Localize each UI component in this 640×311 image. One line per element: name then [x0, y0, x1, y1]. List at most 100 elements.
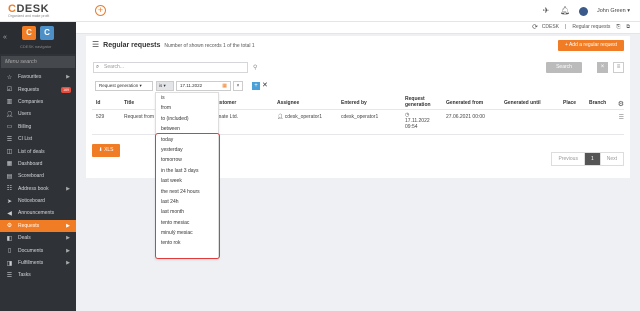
external-link-icon[interactable]: ⧉ [626, 24, 630, 30]
chevron-right-icon: ▶ [66, 185, 70, 192]
rocket-icon[interactable]: ✈ [541, 6, 551, 16]
sidebar-item-label: Fulfillments [18, 260, 44, 267]
pager-page-1[interactable]: 1 [583, 153, 600, 165]
col-generated-until[interactable]: Generated until [504, 100, 541, 106]
col-entered-by[interactable]: Entered by [341, 100, 367, 106]
col-id[interactable]: Id [96, 100, 100, 106]
clear-search-button[interactable]: × [597, 62, 608, 73]
sidebar-item-dashboard[interactable]: ▦ Dashboard [0, 158, 76, 170]
sidebar-item-fulfillments[interactable]: ◨ Fulfillments ▶ [0, 257, 76, 269]
sidebar-subtitle: CDESK navigator [20, 44, 52, 49]
sidebar-item-ci-list[interactable]: ☰ CI List [0, 133, 76, 145]
col-title[interactable]: Title [124, 100, 134, 106]
quick-add-button[interactable]: + [95, 5, 106, 16]
sidebar-item-label: Documents [18, 247, 44, 254]
filter-date-input[interactable]: 17.11.2022 ▦ [176, 81, 231, 91]
sidebar-item-label: Noticeboard [18, 198, 45, 205]
sidebar-item-users[interactable]: 👤︎ Users [0, 108, 76, 120]
collapse-icon[interactable]: « [3, 34, 7, 41]
search-icon: ⌕ [96, 64, 100, 70]
second-app-icon[interactable]: C [40, 26, 54, 40]
breadcrumb-cdesk[interactable]: CDESK [542, 24, 559, 30]
col-place[interactable]: Place [563, 100, 576, 106]
sidebar-item-billing[interactable]: ▭ Billing [0, 121, 76, 133]
gear-icon[interactable]: ⚙ [618, 100, 624, 108]
list-options-button[interactable]: ≡ [613, 62, 624, 73]
refresh-icon[interactable]: ⟳ [532, 23, 538, 31]
sidebar-item-tasks[interactable]: ☰ Tasks [0, 269, 76, 281]
list-icon: ☰ [92, 40, 100, 49]
sidebar-item-label: Users [18, 111, 32, 118]
sidebar-item-label: Requests [18, 222, 40, 229]
tasks-icon: ☰ [6, 272, 13, 279]
sidebar-item-favourites[interactable]: ☆ Favourites ▶ [0, 71, 76, 83]
share-icon[interactable]: ⎘ [616, 24, 620, 30]
sidebar-item-requests[interactable]: ⚙ Requests ▶ [0, 219, 76, 233]
calendar-icon[interactable]: ▦ [222, 82, 227, 90]
operator-option[interactable]: to (included) [156, 114, 218, 124]
col-assignee[interactable]: Assignee [277, 100, 299, 106]
cell-generated-from: 27.06.2021 00:00 [446, 114, 485, 120]
cell-id[interactable]: 529 [96, 114, 104, 120]
sidebar-item-list-of-deals[interactable]: ◫ List of deals [0, 145, 76, 157]
top-right-tools: ✈ 🔔︎ John Green ▾ [541, 5, 630, 17]
megaphone-icon: ◀ [7, 210, 12, 217]
sidebar-item-label: Deals [18, 235, 31, 242]
fulfillments-icon: ◨ [6, 260, 13, 267]
count-badge: 169 [61, 86, 71, 93]
sidebar-item-label: Favourites [18, 74, 42, 81]
top-bar: CDESK Organized and make profit + ✈ 🔔︎ J… [0, 0, 640, 22]
breadcrumb-separator: | [565, 24, 567, 30]
col-generated-from[interactable]: Generated from [446, 100, 483, 106]
filter-icon[interactable]: ⚲ [253, 64, 257, 71]
filter-add-button[interactable]: + [252, 82, 260, 90]
sidebar-item-documents[interactable]: ▯ Documents ▶ [0, 244, 76, 256]
user-icon: 👤︎ [5, 111, 14, 118]
chevron-right-icon: ▶ [66, 74, 70, 81]
filter-field-select[interactable]: Request generation ▾ [95, 81, 153, 91]
cell-title[interactable]: Request from [124, 114, 154, 120]
sidebar-item-deals[interactable]: ◧ Deals ▶ [0, 232, 76, 244]
operator-option[interactable]: is [156, 93, 218, 103]
sidebar-item-noticeboard[interactable]: ➤ Noticeboard [0, 195, 76, 207]
sidebar-item-label: Scoreboard [18, 173, 44, 180]
sidebar-item-companies[interactable]: ▥ Companies [0, 96, 76, 108]
cell-assignee: 👤︎ cdesk_operator1 [277, 114, 322, 120]
deals-icon: ◧ [6, 235, 13, 242]
pager-previous[interactable]: Previous [552, 153, 583, 165]
address-book-icon: ☷ [6, 186, 13, 193]
breadcrumb-regular-requests[interactable]: Regular requests [572, 24, 610, 30]
add-regular-request-button[interactable]: + Add a regular request [558, 40, 624, 51]
sidebar-item-label: CI List [18, 136, 33, 143]
sidebar-item-label: Tasks [18, 272, 31, 279]
filter-close-button[interactable]: ✕ [262, 81, 268, 89]
operator-option[interactable]: from [156, 103, 218, 113]
user-name[interactable]: John Green ▾ [597, 8, 630, 14]
search-button[interactable]: Search [546, 62, 582, 73]
sidebar-item-announcements[interactable]: ◀ Announcements [0, 207, 76, 219]
row-menu-icon[interactable]: ☰ [619, 114, 624, 121]
relative-dates-highlight [155, 133, 220, 259]
deal-icon: ◫ [6, 149, 13, 156]
avatar[interactable] [578, 6, 588, 16]
sidebar-item-address-book[interactable]: ☷ Address book ▶ [0, 183, 76, 195]
cell-entered-by: cdesk_operator1 [341, 114, 379, 120]
sidebar-item-scoreboard[interactable]: ▤ Scoreboard [0, 170, 76, 182]
filter-operator-select[interactable]: is ▾ [156, 81, 174, 91]
filter-remove-button[interactable]: × [233, 81, 243, 91]
bell-icon[interactable]: 🔔︎ [560, 6, 570, 16]
sidebar-item-requests[interactable]: ☑ Requests 169 [0, 83, 76, 95]
col-branch[interactable]: Branch [589, 100, 606, 106]
building-icon: ▥ [6, 99, 13, 106]
pager-next[interactable]: Next [599, 153, 623, 165]
breadcrumb: CDESK | Regular requests ⎘ ⧉ [542, 24, 630, 30]
sidebar-item-label: Announcements [18, 210, 55, 217]
col-request-generation[interactable]: Request generation [405, 96, 431, 108]
export-xls-button[interactable]: ⬇ XLS [92, 144, 120, 157]
chevron-right-icon: ▶ [66, 247, 70, 254]
cdesk-logo[interactable]: CDESK Organized and make profit [8, 4, 70, 19]
menu-search-input[interactable]: Menu search [1, 56, 75, 68]
search-input[interactable]: ⌕ Search... [93, 62, 248, 73]
sidebar-item-label: Companies [18, 98, 44, 105]
cdesk-app-icon[interactable]: C [22, 26, 36, 40]
